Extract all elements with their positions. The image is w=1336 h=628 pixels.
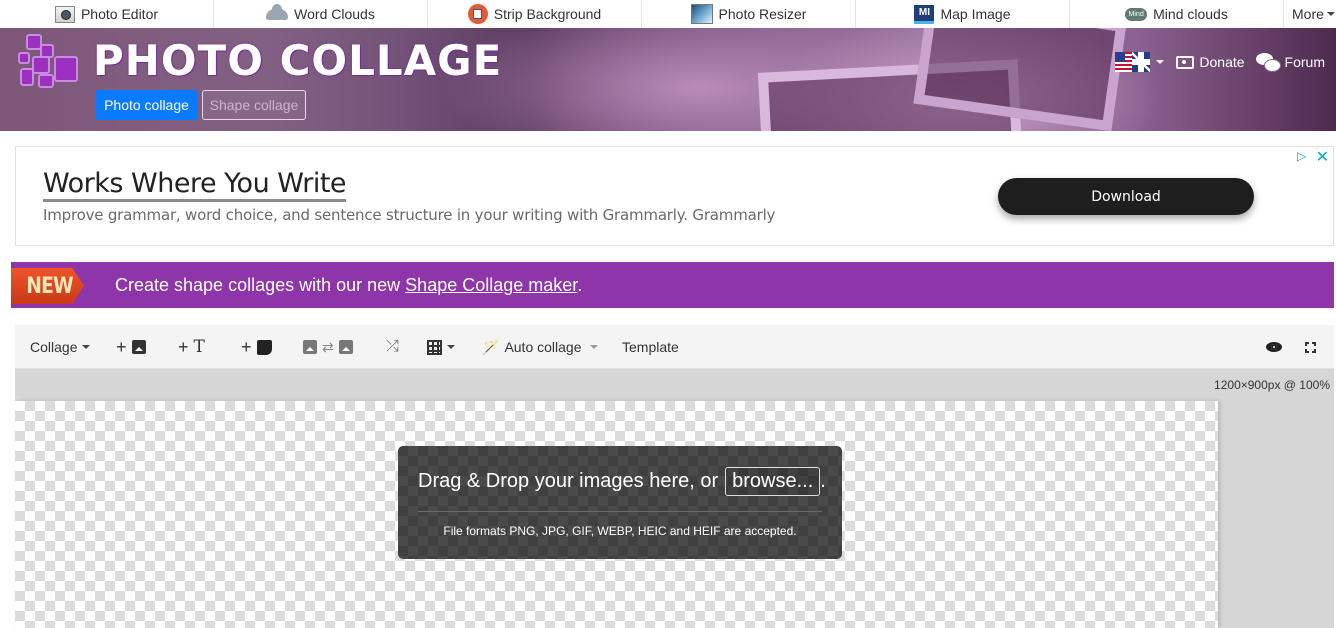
image-icon [338,340,353,354]
canvas-size-readout: 1200×900px @ 100% [1214,378,1330,392]
nav-map-image[interactable]: MI Map Image [856,0,1070,28]
drop-text: Drag & Drop your images here, or [418,470,719,492]
advertisement: Works Where You Write Improve grammar, w… [15,146,1334,246]
nav-photo-editor[interactable]: Photo Editor [0,0,214,28]
page-title: PHOTO COLLAGE [93,36,503,85]
tab-shape-collage[interactable]: Shape collage [202,90,306,120]
image-dropzone[interactable]: Drag & Drop your images here, or browse.… [398,446,842,559]
map-image-icon: MI [914,4,935,24]
swap-images-button[interactable]: ⇄ [303,325,353,369]
sticker-icon [256,339,272,355]
banner-text-before: Create shape collages with our new [115,275,406,295]
photo-editor-icon [54,5,75,23]
eye-icon [1266,342,1282,352]
auto-collage-button[interactable]: 🪄 Auto collage [482,325,598,369]
chevron-down-icon [1326,12,1335,16]
nav-label: Strip Background [493,6,602,22]
forum-label: Forum [1284,54,1325,70]
header-actions: Donate Forum [1115,50,1336,74]
nav-word-clouds[interactable]: Word Clouds [214,0,428,28]
nav-label: More [1292,6,1324,22]
magic-wand-icon: 🪄 [482,338,500,355]
nav-photo-resizer[interactable]: Photo Resizer [642,0,856,28]
add-text-button[interactable]: + T [178,325,205,369]
text-icon: T [193,337,205,357]
chevron-down-icon [82,345,91,349]
banner-text-after: . [577,275,583,295]
chevron-down-icon [589,345,598,349]
nav-label: Word Clouds [294,6,375,22]
ad-download-button[interactable]: Download [998,178,1254,215]
ad-title[interactable]: Works Where You Write [43,169,347,202]
accepted-formats-text: File formats PNG, JPG, GIF, WEBP, HEIC a… [443,524,797,538]
nav-label: Mind clouds [1153,6,1228,22]
top-nav: Photo Editor Word Clouds Strip Backgroun… [0,0,1336,28]
nav-more-dropdown[interactable]: More [1284,0,1336,28]
strip-background-icon [467,4,488,24]
image-icon [131,340,146,354]
banner-text: Create shape collages with our new Shape… [115,275,582,296]
plus-icon: + [116,337,127,357]
new-badge: NEW [11,268,85,304]
chevron-down-icon [447,345,455,349]
ad-description: Improve grammar, word choice, and senten… [43,206,776,224]
collage-label: Collage [30,339,78,355]
language-selector[interactable] [1115,52,1176,72]
fullscreen-icon [1305,341,1316,353]
fullscreen-button[interactable] [1305,325,1316,369]
browse-button[interactable]: browse... [725,467,821,496]
forum-link[interactable]: Forum [1255,53,1325,72]
divider [418,511,822,512]
template-button[interactable]: Template [622,325,679,369]
donate-label: Donate [1199,54,1245,70]
plus-icon: + [178,337,189,357]
flag-icon [1115,52,1151,72]
cloud-icon [266,3,289,20]
donate-icon [1176,55,1195,69]
grid-icon [427,339,442,355]
close-icon[interactable]: ✕ [1316,147,1329,167]
announcement-banner: NEW Create shape collages with our new S… [11,262,1334,308]
chat-bubbles-icon [1255,53,1281,72]
chevron-down-icon [1156,60,1165,64]
mind-clouds-icon: Mind [1125,7,1148,21]
dropzone-message: Drag & Drop your images here, or browse.… [418,467,826,496]
shuffle-icon: ⤮ [386,338,399,355]
nav-label: Photo Editor [80,6,159,22]
swap-icon: ⇄ [322,338,334,355]
add-image-button[interactable]: + [116,325,146,369]
grid-layout-button[interactable] [427,325,455,369]
donate-link[interactable]: Donate [1176,54,1245,70]
auto-collage-label: Auto collage [504,339,582,355]
shape-collage-maker-link[interactable]: Shape Collage maker [405,275,577,295]
header-banner: PHOTO COLLAGE Photo collage Shape collag… [0,28,1336,131]
ad-choices-icon[interactable]: ▷ [1297,149,1311,163]
collage-menu-button[interactable]: Collage [30,325,91,369]
drop-suffix: . [820,470,826,492]
nav-label: Photo Resizer [718,6,807,22]
nav-strip-background[interactable]: Strip Background [428,0,642,28]
photo-collage-logo [18,34,80,90]
plus-icon: + [241,337,252,357]
nav-label: Map Image [940,6,1011,22]
editor-toolbar: Collage + + T + ⇄ ⤮ 🪄 Auto collage Templ… [15,325,1334,369]
preview-button[interactable] [1266,325,1282,369]
tab-photo-collage[interactable]: Photo collage [95,90,198,120]
nav-mind-clouds[interactable]: Mind Mind clouds [1070,0,1284,28]
template-label: Template [622,339,679,355]
photo-resizer-icon [690,4,713,24]
add-sticker-button[interactable]: + [241,325,272,369]
image-icon [303,340,317,354]
shuffle-button[interactable]: ⤮ [386,325,399,369]
